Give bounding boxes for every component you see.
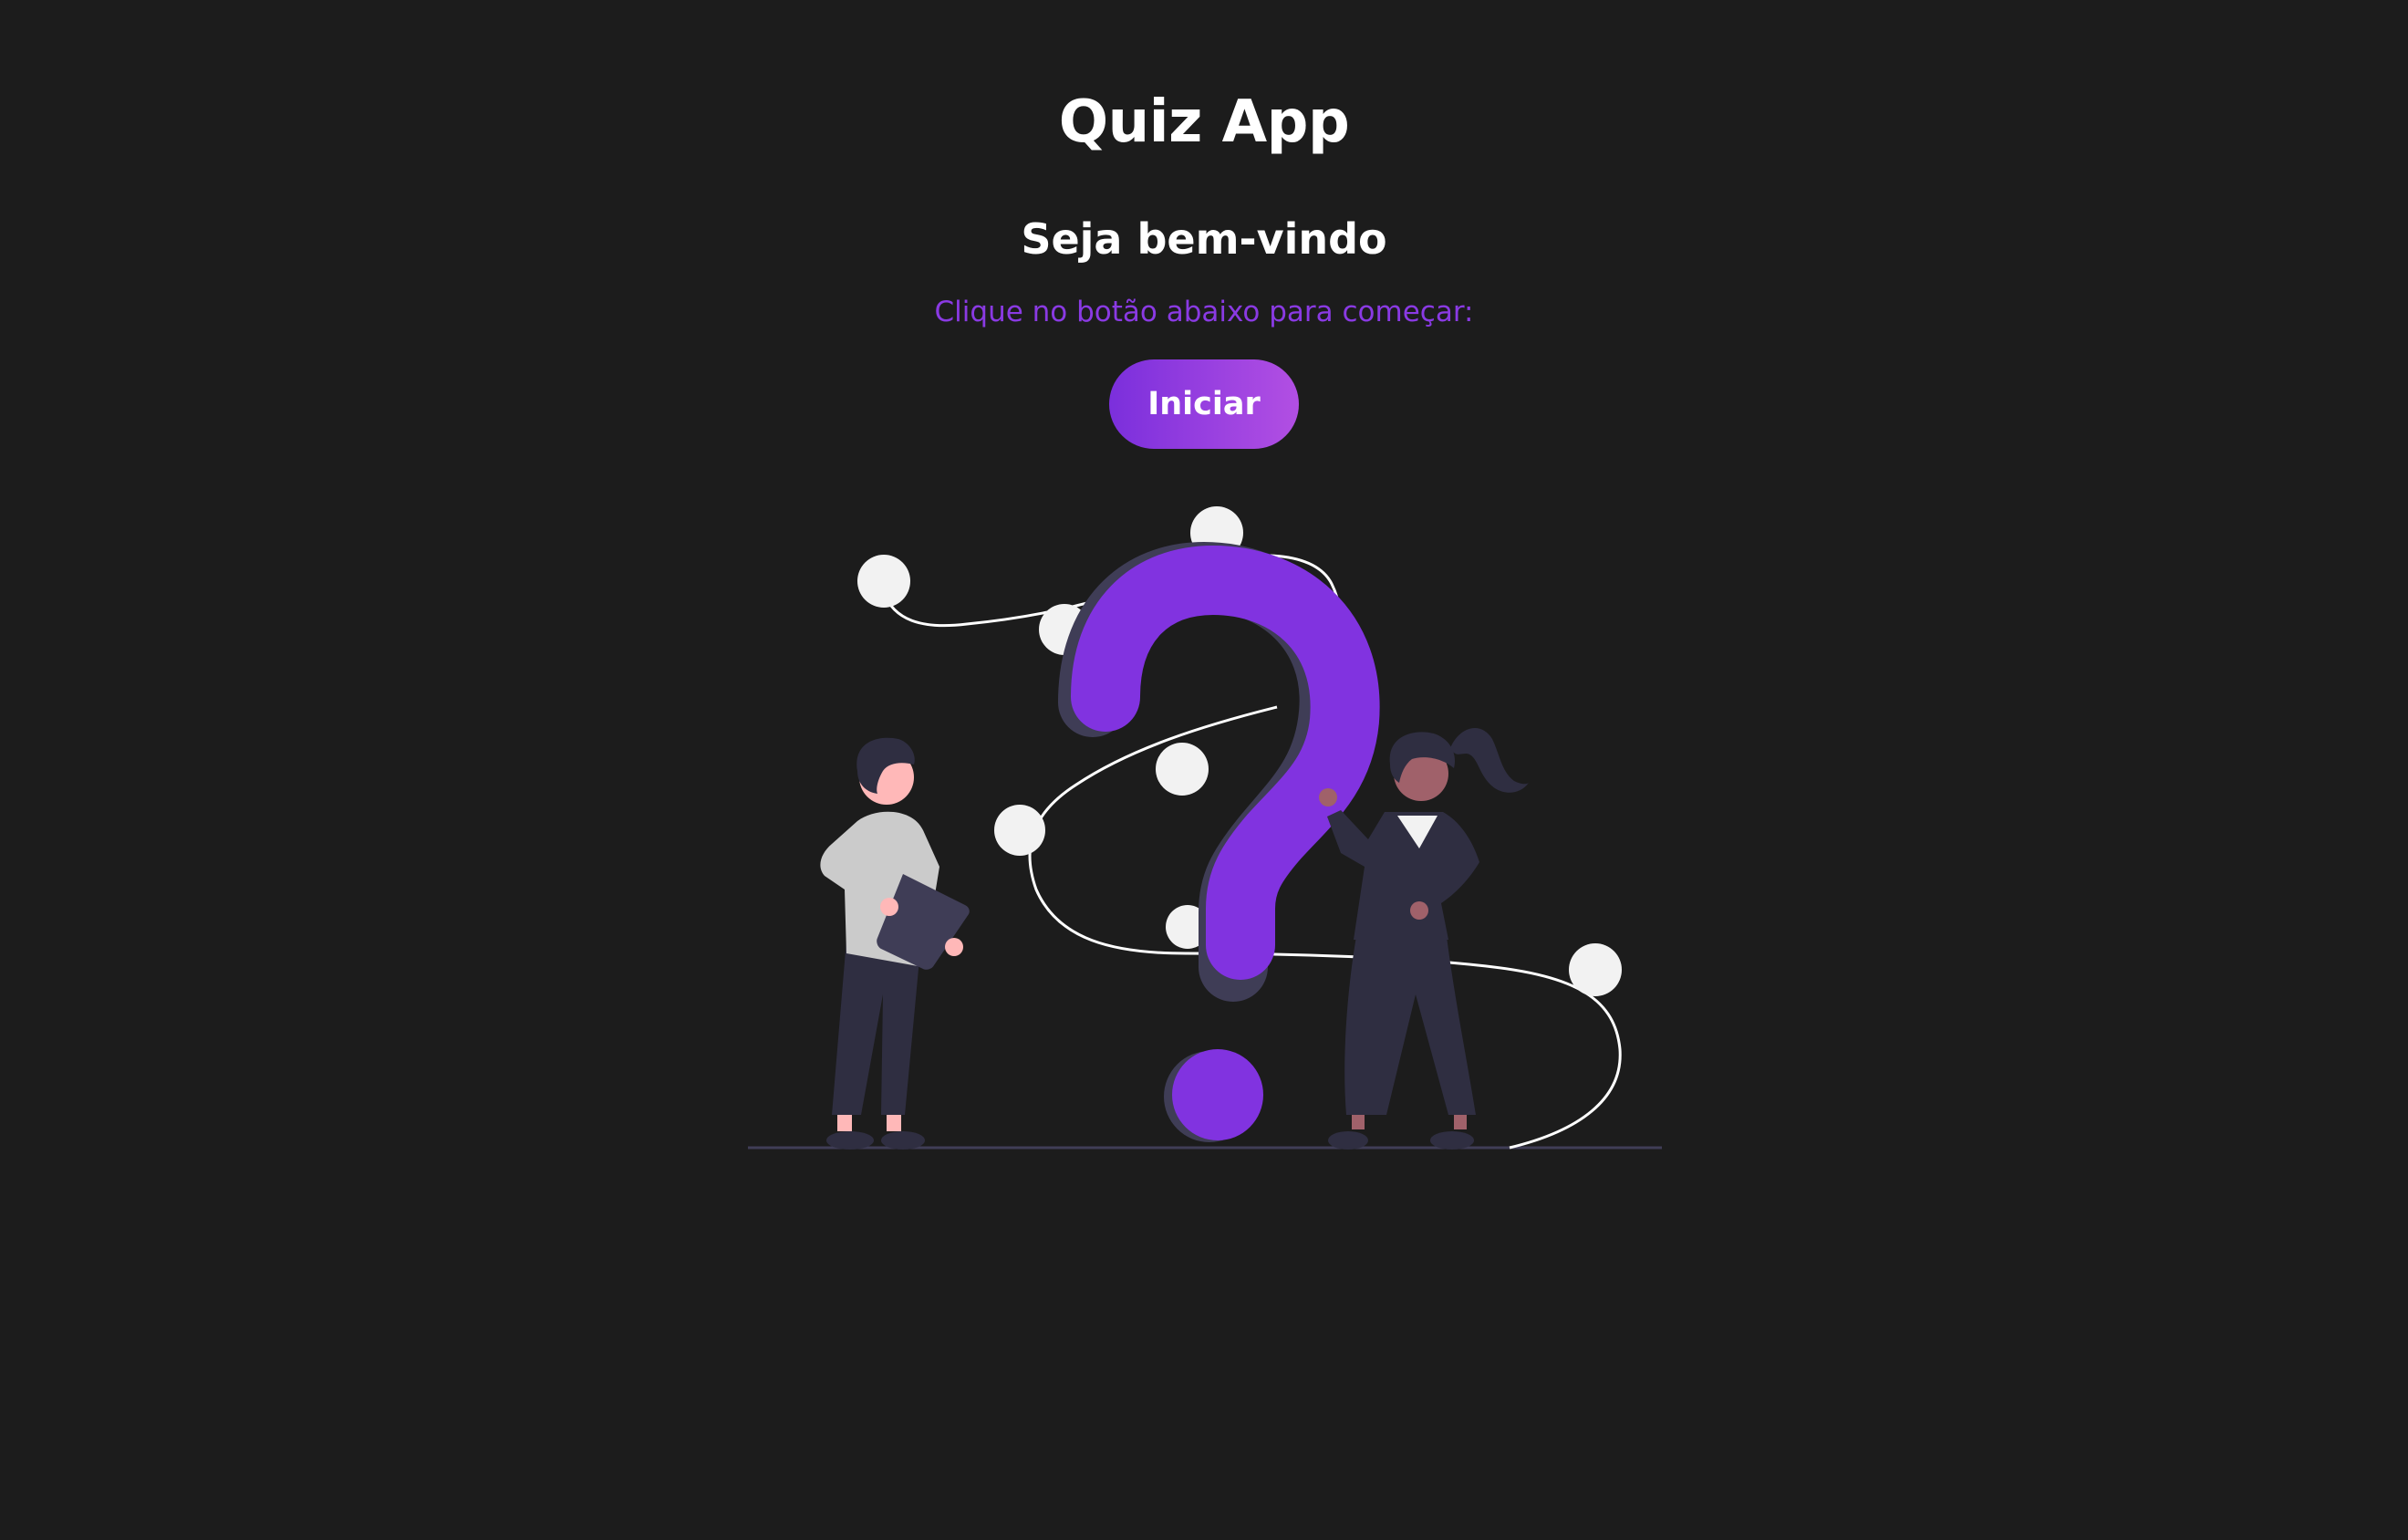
left-person-shirt <box>820 811 939 967</box>
right-person-collar <box>1397 816 1438 848</box>
right-person-jacket <box>1327 810 1479 940</box>
right-person-shoe-2 <box>1430 1131 1474 1150</box>
question-mark-dot-shadow <box>1164 1051 1255 1142</box>
dot-7 <box>1166 905 1209 949</box>
left-person-skin-ankle-1 <box>837 1115 852 1131</box>
left-person-shoe-2 <box>881 1131 925 1150</box>
right-person-legs <box>1344 921 1476 1115</box>
right-person-head <box>1394 746 1448 801</box>
left-person-skin-ankle-2 <box>887 1115 901 1131</box>
left-person-shoe-1 <box>826 1131 874 1150</box>
dot-1 <box>857 555 910 608</box>
app-title: Quiz App <box>1058 88 1350 156</box>
left-person-legs <box>832 940 921 1115</box>
left-person-hair <box>856 737 915 794</box>
clipboard <box>877 874 970 970</box>
right-person-ponytail <box>1450 727 1529 793</box>
dot-2 <box>1190 506 1243 559</box>
dot-6 <box>994 805 1045 856</box>
instruction-text: Clique no botão abaixo para começar: <box>934 296 1474 328</box>
right-person-hair <box>1389 732 1456 783</box>
right-person-shoe-1 <box>1328 1131 1368 1150</box>
question-mark-shadow <box>1058 541 1369 1002</box>
left-person-hand-1 <box>880 898 898 916</box>
quiz-start-screen: Quiz App Seja bem-vindo Clique no botão … <box>0 0 2408 1540</box>
right-person-hip-hand <box>1410 901 1428 920</box>
start-button[interactable]: Iniciar <box>1109 359 1299 449</box>
dot-4 <box>1292 613 1339 661</box>
left-person-head <box>859 750 914 805</box>
dot-8 <box>1569 943 1622 996</box>
right-person <box>1319 727 1529 1150</box>
upper-string-line <box>881 554 1342 668</box>
question-mark-curve <box>1071 545 1380 980</box>
lower-string-line <box>1028 705 1622 1150</box>
left-person-hand-2 <box>945 938 963 956</box>
dot-5 <box>1156 743 1209 796</box>
right-person-raised-hand <box>1319 788 1337 806</box>
right-person-ankle-1 <box>1352 1115 1365 1129</box>
dot-9 <box>1385 973 1410 998</box>
right-person-ankle-2 <box>1454 1115 1467 1129</box>
dot-3 <box>1039 604 1090 655</box>
question-mark-dot <box>1172 1049 1263 1140</box>
welcome-heading: Seja bem-vindo <box>1021 214 1387 264</box>
left-person <box>820 737 970 1150</box>
